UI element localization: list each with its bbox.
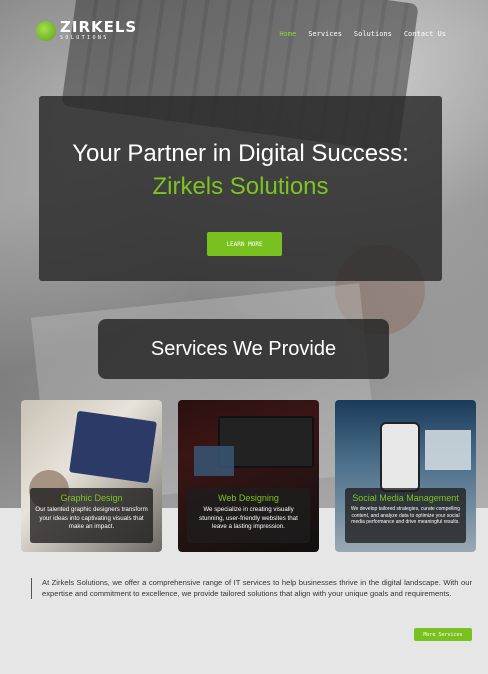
services-heading: Services We Provide: [98, 319, 389, 379]
card-overlay: Web Designing We specialize in creating …: [187, 488, 310, 543]
logo-subtitle: SOLUTIONS: [60, 35, 109, 41]
nav-item-contact[interactable]: Contact Us: [404, 30, 446, 38]
hero-subtitle: Zirkels Solutions: [152, 173, 329, 200]
service-card-web-designing[interactable]: Web Designing We specialize in creating …: [178, 400, 319, 552]
intro-paragraph: At Zirkels Solutions, we offer a compreh…: [31, 578, 472, 600]
hero-panel: Your Partner in Digital Success: Zirkels…: [39, 96, 442, 281]
logo[interactable]: ZIRKELS SOLUTIONS: [36, 20, 137, 41]
service-card-graphic-design[interactable]: Graphic Design Our talented graphic desi…: [21, 400, 162, 552]
card-title: Social Media Management: [352, 493, 459, 503]
web-design-image-detail: [194, 446, 234, 476]
nav-item-home[interactable]: Home: [279, 30, 296, 38]
smartphone-image: [380, 422, 420, 492]
logo-name: ZIRKELS: [60, 18, 138, 36]
learn-more-button[interactable]: LEARN MORE: [207, 232, 282, 256]
logo-text: ZIRKELS SOLUTIONS: [60, 20, 137, 41]
nav-item-solutions[interactable]: Solutions: [354, 30, 392, 38]
card-description: We specialize in creating visually stunn…: [199, 506, 298, 530]
card-description: Our talented graphic designers transform…: [35, 506, 148, 530]
more-services-button[interactable]: More Services: [414, 628, 472, 641]
nav-item-services[interactable]: Services: [308, 30, 342, 38]
service-card-social-media[interactable]: Social Media Management We develop tailo…: [335, 400, 476, 552]
logo-mark-icon: [36, 20, 56, 41]
card-overlay: Social Media Management We develop tailo…: [345, 488, 466, 543]
card-description: We develop tailored strategies, curate c…: [350, 506, 461, 526]
card-title: Graphic Design: [60, 493, 123, 503]
card-overlay: Graphic Design Our talented graphic desi…: [30, 488, 153, 543]
social-media-image-detail: [425, 430, 471, 470]
card-title: Web Designing: [218, 493, 279, 503]
nav-menu: Home Services Solutions Contact Us: [279, 30, 446, 38]
top-navigation: ZIRKELS SOLUTIONS Home Services Solution…: [0, 0, 488, 62]
hero-title: Your Partner in Digital Success:: [72, 140, 409, 167]
graphic-design-image: [69, 410, 157, 484]
